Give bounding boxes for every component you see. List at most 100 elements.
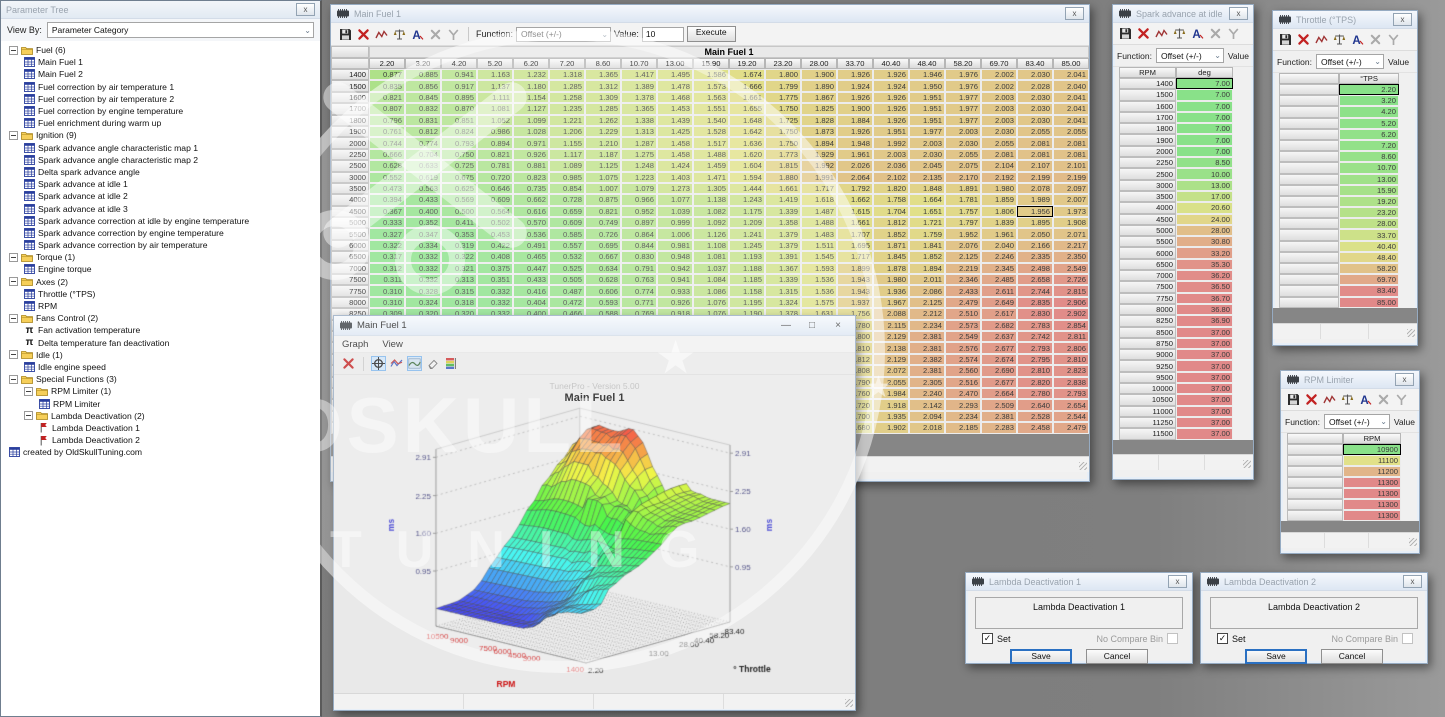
fuel-cell[interactable]: 1.815 [765, 160, 801, 171]
fuel-cell[interactable]: 0.926 [657, 297, 693, 308]
fuel-cell[interactable]: 0.966 [621, 194, 657, 205]
fuel-cell[interactable]: 1.511 [801, 240, 837, 251]
fuel-cell[interactable]: 1.890 [801, 80, 837, 91]
save-icon[interactable] [1286, 392, 1301, 407]
fuel-cell[interactable]: 1.661 [729, 92, 765, 103]
tree-expander-icon[interactable] [9, 375, 18, 384]
fuel-cell[interactable]: 0.333 [369, 217, 405, 228]
fuel-cell[interactable]: 0.334 [405, 240, 441, 251]
fuel-cell[interactable]: 0.666 [369, 149, 405, 160]
fuel-cell[interactable]: 1.758 [873, 194, 909, 205]
fuel-cell[interactable]: 2.036 [873, 160, 909, 171]
rpm-table-cell[interactable]: 11300 [1343, 477, 1401, 488]
fuel-cell[interactable]: 0.999 [657, 217, 693, 228]
fuel-cell[interactable]: 1.315 [765, 285, 801, 296]
fuel-cell[interactable]: 1.287 [621, 137, 657, 148]
fuel-cell[interactable]: 1.453 [657, 103, 693, 114]
rpm-limiter-close-icon[interactable]: x [1395, 373, 1414, 386]
fuel-cell[interactable]: 2.811 [1053, 331, 1089, 342]
rpm-table-row-header[interactable] [1287, 477, 1343, 488]
fuel-cell[interactable]: 0.311 [369, 274, 405, 285]
fuel-cell[interactable]: 1.417 [621, 69, 657, 80]
thr-table-cell[interactable]: 4.20 [1339, 106, 1399, 117]
fuel-cell[interactable]: 1.163 [477, 69, 513, 80]
fuel-cell[interactable]: 1.155 [549, 137, 585, 148]
tree-item[interactable]: Fuel (6) [1, 44, 320, 56]
fuel-cell[interactable]: 1.806 [981, 206, 1017, 217]
rpm-table-row-header[interactable] [1287, 444, 1343, 455]
fuel-cell[interactable]: 1.425 [657, 126, 693, 137]
fuel-cell[interactable]: 1.980 [873, 274, 909, 285]
fuel-cell[interactable]: 1.126 [693, 228, 729, 239]
fuel-cell[interactable]: 0.619 [405, 172, 441, 183]
fuel-cell[interactable]: 1.828 [801, 115, 837, 126]
fuel-cell[interactable]: 2.658 [1017, 274, 1053, 285]
spark-table-row-header[interactable]: 4500 [1119, 214, 1176, 225]
fuel-cell[interactable]: 2.293 [945, 399, 981, 410]
fuel-cell[interactable]: 1.391 [765, 251, 801, 262]
cutx-icon[interactable] [428, 27, 443, 42]
fuel-cell[interactable]: 0.408 [477, 251, 513, 262]
fuel-cell[interactable]: 0.981 [657, 240, 693, 251]
fuel-cell[interactable]: 1.648 [729, 115, 765, 126]
fuel-cell[interactable]: 1.884 [837, 115, 873, 126]
fuel-cell[interactable]: 2.107 [1017, 160, 1053, 171]
fuel-cell[interactable]: 0.725 [441, 160, 477, 171]
tree-item[interactable]: Ignition (9) [1, 129, 320, 141]
fuel-cell[interactable]: 1.248 [621, 160, 657, 171]
thr-table-cell[interactable]: 69.70 [1339, 274, 1399, 285]
fuel-cell[interactable]: 0.845 [405, 92, 441, 103]
fuel-cell[interactable]: 0.585 [549, 228, 585, 239]
fuel-cell[interactable]: 0.319 [441, 240, 477, 251]
thr-table-cell[interactable]: 8.60 [1339, 151, 1399, 162]
tree-item[interactable]: Fuel enrichment during warm up [1, 117, 320, 129]
fuel-row-header[interactable]: 2000 [331, 137, 369, 148]
thr-table-cell[interactable]: 19.20 [1339, 196, 1399, 207]
spark-table-row-header[interactable]: 1400 [1119, 78, 1176, 89]
fuel-cell[interactable]: 1.880 [765, 172, 801, 183]
fuel-cell[interactable]: 2.101 [1053, 160, 1089, 171]
fuel-cell[interactable]: 2.040 [1053, 80, 1089, 91]
fuel-cell[interactable]: 1.900 [801, 69, 837, 80]
tree-expander-icon[interactable] [9, 46, 18, 55]
spark-table-row-header[interactable]: 3500 [1119, 191, 1176, 202]
fuel-cell[interactable]: 2.783 [1017, 320, 1053, 331]
cutx-icon[interactable] [1208, 26, 1223, 41]
spark-table-cell[interactable]: 35.30 [1176, 259, 1233, 270]
fuel-cell[interactable]: 1.773 [765, 149, 801, 160]
fuel-cell[interactable]: 1.439 [657, 115, 693, 126]
fuel-cell[interactable]: 0.830 [621, 251, 657, 262]
fuel-cell[interactable]: 2.345 [981, 263, 1017, 274]
spark-table-row-header[interactable]: 2000 [1119, 146, 1176, 157]
fuel-row-header[interactable]: 1400 [331, 69, 369, 80]
fuel-cell[interactable]: 1.661 [837, 217, 873, 228]
tree-item[interactable]: Torque (1) [1, 251, 320, 263]
fuel-cell[interactable]: 0.502 [477, 217, 513, 228]
spark-table-cell[interactable]: 37.00 [1176, 383, 1233, 394]
fuel-cell[interactable]: 1.076 [693, 297, 729, 308]
fuel-cell[interactable]: 1.902 [873, 422, 909, 433]
save-icon[interactable] [338, 27, 353, 42]
fuel-cell[interactable]: 2.576 [945, 342, 981, 353]
fuel-cell[interactable]: 2.217 [1053, 240, 1089, 251]
rpm-table-row-header[interactable] [1287, 488, 1343, 499]
fuel-cell[interactable]: 0.659 [549, 206, 585, 217]
fuel-cell[interactable]: 1.918 [873, 399, 909, 410]
fuel-cell[interactable]: 1.007 [585, 183, 621, 194]
thr-table-row-header[interactable] [1279, 263, 1339, 274]
fuel-col-header[interactable]: 15.90 [693, 58, 729, 69]
fuel-cell[interactable]: 1.935 [873, 411, 909, 422]
fuel-cell[interactable]: 1.992 [873, 137, 909, 148]
eraser-icon[interactable] [425, 356, 440, 371]
tree-item[interactable]: πDelta temperature fan deactivation [1, 337, 320, 349]
fuel-cell[interactable]: 0.609 [477, 194, 513, 205]
delete-icon[interactable] [356, 27, 371, 42]
tree-item[interactable]: Spark advance at idle 1 [1, 178, 320, 190]
fuel-cell[interactable]: 2.003 [981, 92, 1017, 103]
fuel-cell[interactable]: 2.549 [1053, 263, 1089, 274]
fuel-cell[interactable]: 2.135 [909, 172, 945, 183]
tree-expander-icon[interactable] [9, 131, 18, 140]
fuel-cell[interactable]: 1.180 [513, 80, 549, 91]
fuel-cell[interactable]: 2.192 [981, 172, 1017, 183]
rpm-table-header[interactable] [1287, 433, 1343, 444]
